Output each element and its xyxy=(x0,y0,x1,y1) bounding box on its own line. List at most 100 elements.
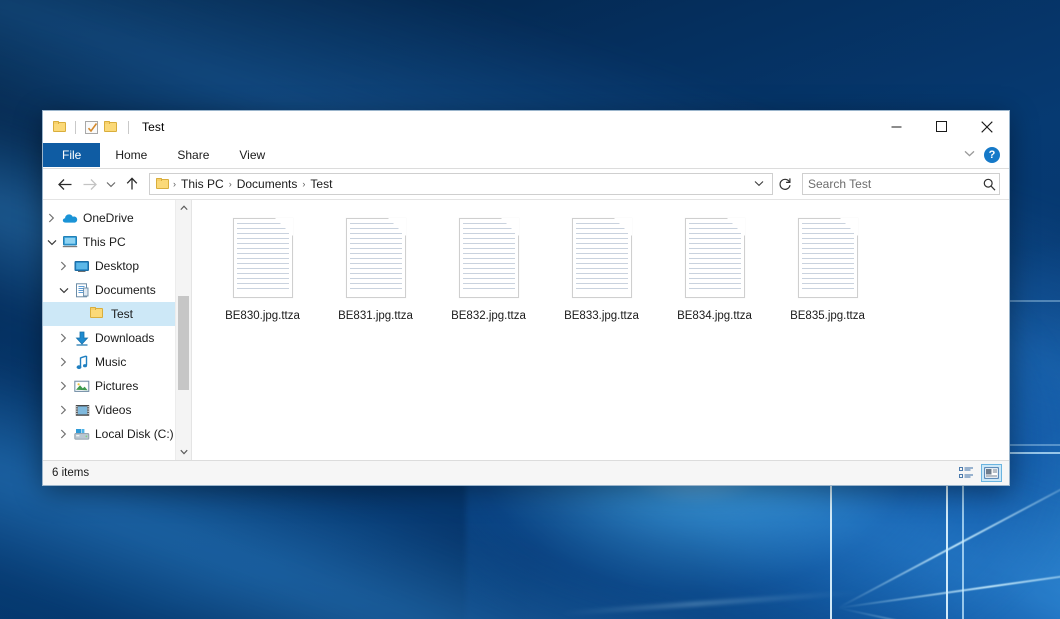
generic-document-icon xyxy=(233,218,293,298)
breadcrumb-item-this-pc[interactable]: This PC xyxy=(177,174,228,194)
tab-home[interactable]: Home xyxy=(100,143,162,167)
search-box[interactable] xyxy=(802,173,1000,195)
explorer-body: OneDrive This PC xyxy=(43,199,1009,460)
generic-document-icon xyxy=(459,218,519,298)
sidebar-item-label: Downloads xyxy=(92,331,154,345)
sidebar-item-label: Videos xyxy=(92,403,131,417)
details-view-button[interactable] xyxy=(956,464,977,482)
sidebar-item-label: Desktop xyxy=(92,259,139,273)
forward-button[interactable] xyxy=(77,173,101,195)
file-name-label: BE834.jpg.ttza xyxy=(675,308,754,324)
tab-view[interactable]: View xyxy=(224,143,280,167)
file-item[interactable]: BE834.jpg.ttza xyxy=(658,210,771,334)
breadcrumb-item-documents[interactable]: Documents xyxy=(233,174,302,194)
recent-locations-chevron-down-icon[interactable] xyxy=(101,173,120,195)
downloads-icon xyxy=(72,331,92,346)
sidebar-item-label: Documents xyxy=(92,283,156,297)
qat-separator-2 xyxy=(128,121,129,134)
chevron-down-icon[interactable] xyxy=(55,287,72,294)
sidebar-item-label: Pictures xyxy=(92,379,138,393)
properties-icon xyxy=(85,121,98,134)
up-button[interactable] xyxy=(120,173,144,195)
breadcrumb-folder-icon xyxy=(156,178,170,190)
file-item[interactable]: BE832.jpg.ttza xyxy=(432,210,545,334)
scroll-down-arrow-icon[interactable] xyxy=(176,444,191,460)
sidebar-item-this-pc[interactable]: This PC xyxy=(43,230,191,254)
sidebar-item-label: This PC xyxy=(80,235,126,249)
scroll-up-arrow-icon[interactable] xyxy=(176,200,191,216)
sidebar-item-music[interactable]: Music xyxy=(43,350,191,374)
back-button[interactable] xyxy=(53,173,77,195)
qat-new-folder-button[interactable] xyxy=(101,116,121,138)
music-icon xyxy=(72,355,92,370)
expand-ribbon-chevron-down-icon[interactable] xyxy=(964,150,975,160)
chevron-down-icon[interactable] xyxy=(43,239,60,246)
qat-separator-1 xyxy=(75,121,76,134)
sidebar-item-pictures[interactable]: Pictures xyxy=(43,374,191,398)
file-icon-wrap xyxy=(566,216,638,304)
qat-folder-icon[interactable] xyxy=(50,116,70,138)
status-bar: 6 items xyxy=(43,460,1009,485)
search-input[interactable] xyxy=(803,177,979,191)
chevron-right-icon[interactable] xyxy=(55,261,72,271)
title-bar[interactable]: Customize Quick Access Toolbar Test xyxy=(43,111,1009,143)
sidebar-item-local-disk-c[interactable]: Local Disk (C:) xyxy=(43,422,191,446)
file-list-pane[interactable]: BE830.jpg.ttza BE831.jpg.ttza xyxy=(192,200,1009,460)
view-toggle-buttons xyxy=(956,464,1002,482)
breadcrumb[interactable]: › This PC › Documents › Test xyxy=(149,173,773,195)
sidebar-item-label: OneDrive xyxy=(80,211,134,225)
sidebar-item-desktop[interactable]: Desktop xyxy=(43,254,191,278)
chevron-right-icon[interactable] xyxy=(55,405,72,415)
search-icon[interactable] xyxy=(979,178,999,191)
chevron-right-icon[interactable] xyxy=(55,429,72,439)
close-button[interactable] xyxy=(964,111,1009,142)
address-dropdown-chevron-down-icon[interactable] xyxy=(748,179,770,189)
address-bar-row: › This PC › Documents › Test xyxy=(43,169,1009,199)
file-icon-wrap xyxy=(679,216,751,304)
scrollbar-thumb[interactable] xyxy=(178,296,189,390)
window-title: Test xyxy=(142,120,164,134)
this-pc-icon xyxy=(60,235,80,249)
file-name-label: BE830.jpg.ttza xyxy=(223,308,302,324)
file-item[interactable]: BE831.jpg.ttza xyxy=(319,210,432,334)
navigation-pane: OneDrive This PC xyxy=(43,200,192,460)
new-folder-icon xyxy=(104,121,118,133)
generic-document-icon xyxy=(685,218,745,298)
large-icons-view-button[interactable] xyxy=(981,464,1002,482)
file-item[interactable]: BE835.jpg.ttza xyxy=(771,210,884,334)
navigation-pane-scrollbar[interactable] xyxy=(175,200,191,460)
file-item[interactable]: BE833.jpg.ttza xyxy=(545,210,658,334)
desktop: Customize Quick Access Toolbar Test File… xyxy=(0,0,1060,619)
sidebar-item-onedrive[interactable]: OneDrive xyxy=(43,206,191,230)
item-count-label: 6 items xyxy=(52,467,89,479)
sidebar-item-downloads[interactable]: Downloads xyxy=(43,326,191,350)
tab-share[interactable]: Share xyxy=(162,143,224,167)
sidebar-item-test[interactable]: Test xyxy=(43,302,191,326)
file-grid: BE830.jpg.ttza BE831.jpg.ttza xyxy=(192,200,1009,334)
sidebar-item-videos[interactable]: Videos xyxy=(43,398,191,422)
chevron-right-icon[interactable] xyxy=(43,213,60,223)
sidebar-item-label: Local Disk (C:) xyxy=(92,427,174,441)
tab-file[interactable]: File xyxy=(43,143,100,167)
chevron-right-icon[interactable] xyxy=(55,357,72,367)
folder-icon xyxy=(53,121,67,133)
file-name-label: BE833.jpg.ttza xyxy=(562,308,641,324)
chevron-right-icon[interactable] xyxy=(55,381,72,391)
sidebar-item-documents[interactable]: Documents xyxy=(43,278,191,302)
onedrive-icon xyxy=(60,211,80,225)
file-name-label: BE835.jpg.ttza xyxy=(788,308,867,324)
file-explorer-window: Customize Quick Access Toolbar Test File… xyxy=(42,110,1010,486)
sidebar-item-label: Music xyxy=(92,355,126,369)
chevron-right-icon[interactable] xyxy=(55,333,72,343)
qat-properties-button[interactable] xyxy=(81,116,101,138)
file-item[interactable]: BE830.jpg.ttza xyxy=(206,210,319,334)
breadcrumb-item-test[interactable]: Test xyxy=(306,174,336,194)
refresh-button[interactable] xyxy=(773,172,797,196)
help-icon[interactable]: ? xyxy=(984,147,1000,163)
file-icon-wrap xyxy=(792,216,864,304)
sidebar-item-label: Test xyxy=(108,307,133,321)
file-name-label: BE832.jpg.ttza xyxy=(449,308,528,324)
maximize-button[interactable] xyxy=(919,111,964,142)
file-icon-wrap xyxy=(340,216,412,304)
minimize-button[interactable] xyxy=(874,111,919,142)
